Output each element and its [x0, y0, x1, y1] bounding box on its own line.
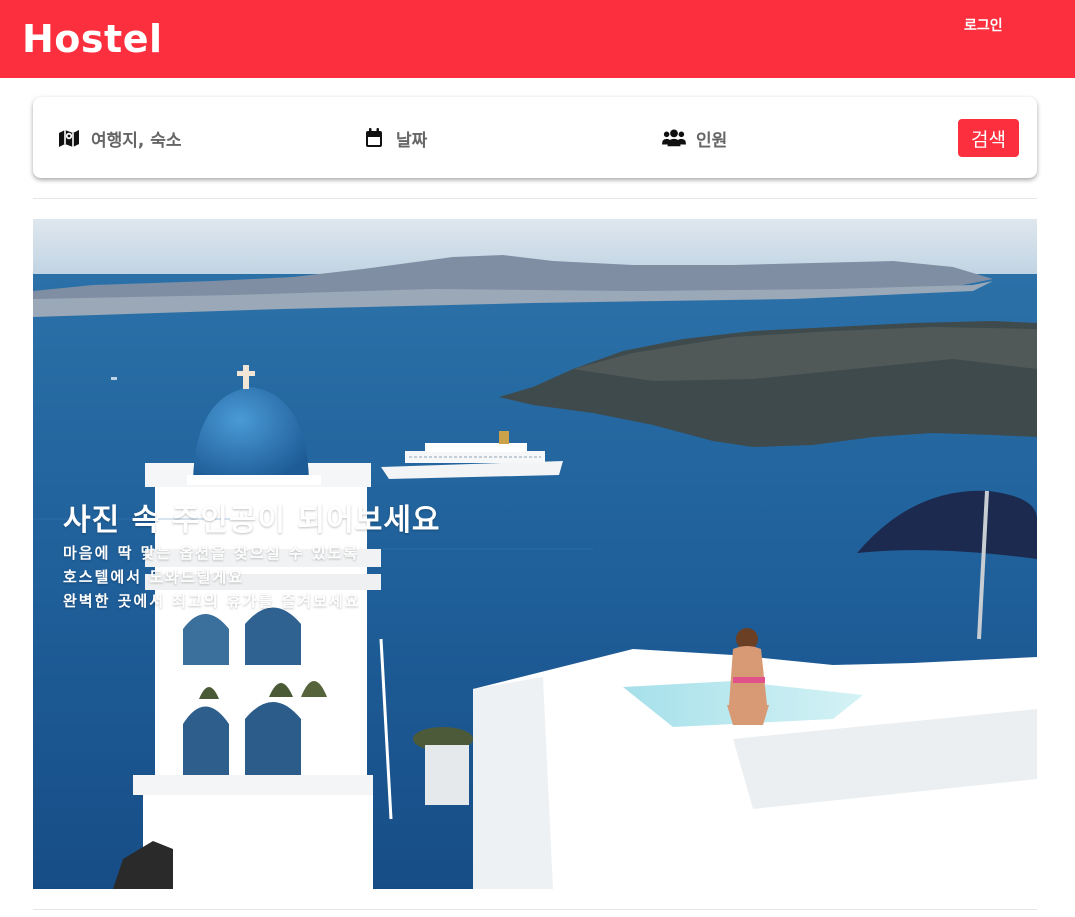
date-field[interactable]: 날짜	[362, 123, 427, 153]
users-icon	[662, 126, 686, 150]
hero-line-1: 마음에 딱 맞는 옵션을 찾으실 수 있도록	[63, 544, 360, 562]
hero-text: 사진 속 주인공이 되어보세요 마음에 딱 맞는 옵션을 찾으실 수 있도록 호…	[63, 501, 441, 613]
divider	[33, 909, 1037, 910]
hero-title: 사진 속 주인공이 되어보세요	[63, 503, 441, 538]
hero-line-3: 완벽한 곳에서 최고의 휴가를 즐겨보세요	[63, 592, 361, 610]
divider	[33, 198, 1037, 199]
top-header: Hostel 로그인	[0, 0, 1075, 78]
login-link[interactable]: 로그인	[964, 15, 1003, 35]
hero-line-2: 호스텔에서 도와드릴게요	[63, 568, 245, 586]
site-logo[interactable]: Hostel	[22, 14, 163, 64]
destination-label: 여행지, 숙소	[91, 130, 182, 151]
hero-banner: 사진 속 주인공이 되어보세요 마음에 딱 맞는 옵션을 찾으실 수 있도록 호…	[33, 219, 1037, 889]
destination-field[interactable]: 여행지, 숙소	[57, 123, 182, 153]
date-label: 날짜	[396, 130, 428, 151]
map-icon	[57, 126, 81, 150]
guests-field[interactable]: 인원	[662, 123, 727, 153]
search-button[interactable]: 검색	[958, 119, 1019, 157]
calendar-icon	[362, 126, 386, 150]
guests-label: 인원	[696, 130, 728, 151]
search-bar: 여행지, 숙소 날짜 인원 검색	[33, 97, 1037, 178]
